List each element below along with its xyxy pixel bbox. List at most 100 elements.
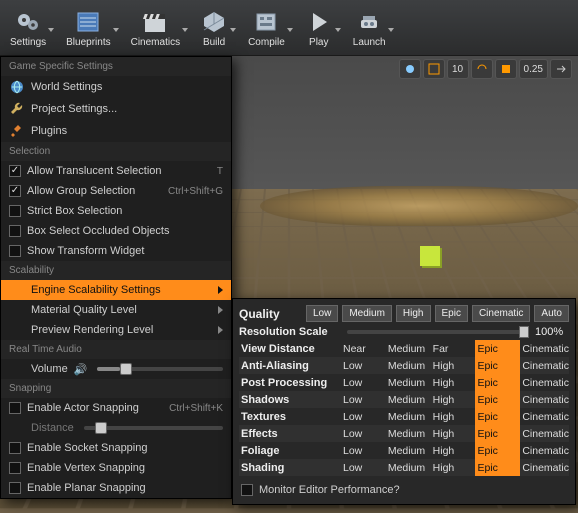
menu-item-label: Volume	[31, 363, 68, 375]
launch-toolbar-button[interactable]: Launch	[343, 2, 396, 53]
camera-speed-icon[interactable]	[550, 59, 572, 79]
monitor-performance-row[interactable]: Monitor Editor Performance?	[239, 482, 569, 498]
settings-dropdown-menu: Game Specific SettingsWorld SettingsProj…	[0, 56, 232, 499]
quality-preset-auto[interactable]: Auto	[534, 305, 569, 322]
checkbox[interactable]	[9, 205, 21, 217]
menu-item-box-select-occluded-objects[interactable]: Box Select Occluded Objects	[1, 221, 231, 241]
scalability-opt-epic[interactable]: Epic	[475, 459, 520, 476]
menu-item-project-settings[interactable]: Project Settings...	[1, 98, 231, 120]
menu-item-enable-planar-snapping[interactable]: Enable Planar Snapping	[1, 478, 231, 498]
checkbox[interactable]	[9, 442, 21, 454]
scalability-opt-medium[interactable]: Medium	[386, 442, 431, 459]
scalability-opt-epic[interactable]: Epic	[475, 391, 520, 408]
scalability-opt-near[interactable]: Near	[341, 340, 386, 357]
rotation-snap-icon[interactable]	[471, 59, 493, 79]
scalability-opt-medium[interactable]: Medium	[386, 425, 431, 442]
scalability-opt-medium[interactable]: Medium	[386, 391, 431, 408]
grid-snap-value[interactable]: 10	[447, 59, 469, 79]
checkbox[interactable]	[9, 462, 21, 474]
checkbox[interactable]	[9, 185, 21, 197]
scalability-opt-epic[interactable]: Epic	[475, 442, 520, 459]
menu-item-material-quality-level[interactable]: Material Quality Level	[1, 300, 231, 320]
play-icon	[305, 8, 333, 36]
quality-preset-epic[interactable]: Epic	[435, 305, 468, 322]
scalability-opt-cinematic[interactable]: Cinematic	[520, 374, 569, 391]
compile-toolbar-button[interactable]: Compile	[238, 2, 295, 53]
scalability-opt-low[interactable]: Low	[341, 442, 386, 459]
scalability-opt-high[interactable]: High	[431, 408, 476, 425]
scalability-opt-low[interactable]: Low	[341, 357, 386, 374]
scalability-opt-medium[interactable]: Medium	[386, 357, 431, 374]
scalability-opt-high[interactable]: High	[431, 459, 476, 476]
quality-preset-medium[interactable]: Medium	[342, 305, 392, 322]
menu-item-allow-group-selection[interactable]: Allow Group SelectionCtrl+Shift+G	[1, 181, 231, 201]
cinematics-toolbar-button[interactable]: Cinematics	[121, 2, 190, 53]
slider-knob[interactable]	[120, 363, 132, 375]
checkbox[interactable]	[241, 484, 253, 496]
scalability-opt-high[interactable]: High	[431, 425, 476, 442]
clapper-icon	[141, 8, 169, 36]
resolution-scale-slider[interactable]	[347, 330, 529, 334]
settings-toolbar-button[interactable]: Settings	[0, 2, 56, 53]
checkbox[interactable]	[9, 482, 21, 494]
yellow-cube-actor[interactable]	[420, 246, 440, 266]
scalability-opt-cinematic[interactable]: Cinematic	[520, 408, 569, 425]
quality-preset-cinematic[interactable]: Cinematic	[472, 305, 530, 322]
scalability-opt-medium[interactable]: Medium	[386, 408, 431, 425]
scalability-opt-cinematic[interactable]: Cinematic	[520, 391, 569, 408]
menu-item-strict-box-selection[interactable]: Strict Box Selection	[1, 201, 231, 221]
menu-item-enable-vertex-snapping[interactable]: Enable Vertex Snapping	[1, 458, 231, 478]
scalability-opt-medium[interactable]: Medium	[386, 459, 431, 476]
scalability-opt-cinematic[interactable]: Cinematic	[520, 340, 569, 357]
distance-slider[interactable]	[84, 426, 223, 430]
menu-item-enable-socket-snapping[interactable]: Enable Socket Snapping	[1, 438, 231, 458]
scalability-opt-cinematic[interactable]: Cinematic	[520, 425, 569, 442]
checkbox[interactable]	[9, 225, 21, 237]
menu-item-world-settings[interactable]: World Settings	[1, 76, 231, 98]
scalability-opt-high[interactable]: High	[431, 374, 476, 391]
play-toolbar-button[interactable]: Play	[295, 2, 343, 53]
scalability-opt-epic[interactable]: Epic	[475, 408, 520, 425]
menu-item-enable-actor-snapping[interactable]: Enable Actor SnappingCtrl+Shift+K	[1, 398, 231, 418]
scalability-opt-epic[interactable]: Epic	[475, 425, 520, 442]
volume-slider[interactable]	[97, 367, 223, 371]
build-toolbar-button[interactable]: Build	[190, 2, 238, 53]
checkbox[interactable]	[9, 165, 21, 177]
blueprints-toolbar-button[interactable]: Blueprints	[56, 2, 120, 53]
scalability-opt-low[interactable]: Low	[341, 391, 386, 408]
scalability-opt-high[interactable]: High	[431, 442, 476, 459]
scalability-opt-high[interactable]: High	[431, 357, 476, 374]
scalability-opt-cinematic[interactable]: Cinematic	[520, 459, 569, 476]
menu-item-engine-scalability-settings[interactable]: Engine Scalability Settings	[1, 280, 231, 300]
scalability-opt-epic[interactable]: Epic	[475, 357, 520, 374]
scalability-opt-far[interactable]: Far	[431, 340, 476, 357]
menu-item-allow-translucent-selection[interactable]: Allow Translucent SelectionT	[1, 161, 231, 181]
checkbox[interactable]	[9, 245, 21, 257]
menu-item-volume[interactable]: Volume🔊	[1, 359, 231, 379]
viewport-toggle-icon[interactable]	[399, 59, 421, 79]
menu-item-show-transform-widget[interactable]: Show Transform Widget	[1, 241, 231, 261]
scalability-opt-medium[interactable]: Medium	[386, 340, 431, 357]
scale-snap-value[interactable]: 0.25	[519, 59, 548, 79]
scalability-opt-low[interactable]: Low	[341, 408, 386, 425]
scalability-opt-epic[interactable]: Epic	[475, 340, 520, 357]
quality-preset-low[interactable]: Low	[306, 305, 338, 322]
scalability-opt-epic[interactable]: Epic	[475, 374, 520, 391]
scalability-opt-cinematic[interactable]: Cinematic	[520, 357, 569, 374]
quality-preset-high[interactable]: High	[396, 305, 431, 322]
menu-item-distance[interactable]: Distance	[1, 418, 231, 438]
grid-snap-icon[interactable]	[423, 59, 445, 79]
menu-item-plugins[interactable]: Plugins	[1, 120, 231, 142]
scalability-opt-cinematic[interactable]: Cinematic	[520, 442, 569, 459]
slider-knob[interactable]	[95, 422, 107, 434]
menu-item-label: Enable Socket Snapping	[27, 442, 223, 454]
scale-snap-icon[interactable]	[495, 59, 517, 79]
slider-knob[interactable]	[519, 326, 529, 338]
menu-item-preview-rendering-level[interactable]: Preview Rendering Level	[1, 320, 231, 340]
scalability-opt-medium[interactable]: Medium	[386, 374, 431, 391]
checkbox[interactable]	[9, 402, 21, 414]
scalability-opt-low[interactable]: Low	[341, 459, 386, 476]
scalability-opt-low[interactable]: Low	[341, 374, 386, 391]
scalability-opt-low[interactable]: Low	[341, 425, 386, 442]
scalability-opt-high[interactable]: High	[431, 391, 476, 408]
